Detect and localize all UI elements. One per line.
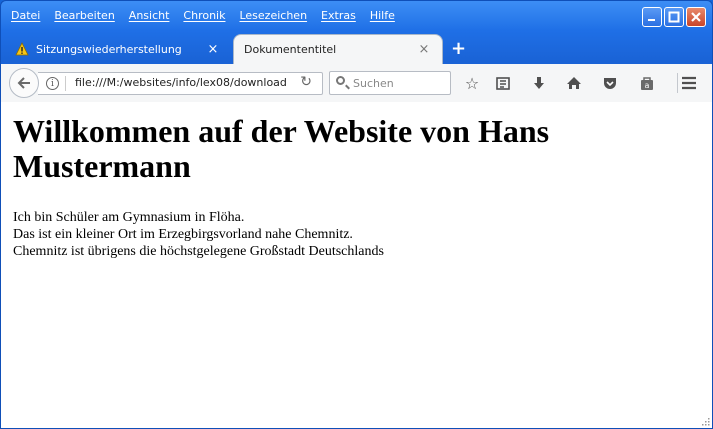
maximize-button[interactable] — [664, 7, 684, 27]
reader-icon[interactable] — [494, 74, 512, 92]
tab-document[interactable]: Dokumententitel × — [233, 34, 443, 64]
svg-text:a: a — [645, 81, 650, 90]
tab-close-icon[interactable]: × — [205, 42, 221, 57]
tab-label: Sitzungswiederherstellung — [36, 42, 182, 56]
search-icon — [336, 76, 345, 85]
browser-window: Datei Bearbeiten Ansicht Chronik Lesezei… — [0, 0, 713, 429]
new-tab-button[interactable]: + — [451, 38, 466, 59]
close-window-button[interactable] — [686, 7, 706, 27]
menu-datei[interactable]: Datei — [11, 9, 40, 22]
page-heading: Willkommen auf der Website von Hans Must… — [13, 113, 550, 184]
toolbar-divider — [677, 73, 678, 93]
menu-bar: Datei Bearbeiten Ansicht Chronik Lesezei… — [5, 5, 403, 25]
resize-grip-icon[interactable] — [700, 416, 710, 426]
search-placeholder: Suchen — [353, 77, 394, 90]
minimize-button[interactable] — [642, 7, 662, 27]
menu-bearbeiten[interactable]: Bearbeiten — [54, 9, 114, 22]
window-controls — [642, 7, 706, 27]
page-paragraph: Ich bin Schüler am Gymnasium in Flöha. D… — [13, 209, 384, 260]
pocket-icon[interactable] — [601, 74, 619, 92]
tab-close-icon[interactable]: × — [416, 42, 432, 57]
tab-strip: Sitzungswiederherstellung × Dokumententi… — [5, 34, 708, 64]
divider — [65, 76, 66, 91]
info-icon[interactable]: i — [46, 77, 59, 90]
text-line: Ich bin Schüler am Gymnasium in Flöha. — [13, 210, 245, 225]
page-content: Willkommen auf der Website von Hans Must… — [1, 102, 712, 428]
library-icon[interactable]: a — [638, 74, 656, 92]
warning-icon — [15, 42, 29, 56]
download-icon[interactable] — [530, 74, 548, 92]
text-line: Chemnitz ist übrigens die höchstgelegene… — [13, 244, 384, 259]
search-input[interactable]: Suchen — [329, 71, 451, 95]
tab-session-restore[interactable]: Sitzungswiederherstellung × — [5, 34, 231, 64]
menu-extras[interactable]: Extras — [321, 9, 356, 22]
navigation-toolbar: i file:///M:/websites/info/lex08/downloa… — [1, 64, 712, 103]
reload-icon[interactable]: ↻ — [300, 74, 312, 90]
tab-label: Dokumententitel — [244, 43, 337, 56]
url-bar[interactable]: i file:///M:/websites/info/lex08/downloa… — [38, 72, 323, 95]
menu-icon[interactable] — [680, 74, 698, 92]
menu-lesezeichen[interactable]: Lesezeichen — [239, 9, 307, 22]
url-text[interactable]: file:///M:/websites/info/lex08/download — [75, 76, 287, 89]
maximize-icon — [668, 11, 680, 23]
back-button[interactable] — [9, 68, 39, 98]
menu-hilfe[interactable]: Hilfe — [370, 9, 395, 22]
text-line: Das ist ein kleiner Ort im Erzegbirgsvor… — [13, 227, 353, 242]
close-icon — [691, 12, 701, 22]
menu-chronik[interactable]: Chronik — [183, 9, 225, 22]
home-icon[interactable] — [565, 74, 583, 92]
menu-ansicht[interactable]: Ansicht — [129, 9, 170, 22]
minimize-icon — [648, 19, 655, 21]
back-arrow-icon — [17, 77, 30, 89]
star-icon[interactable]: ☆ — [463, 74, 481, 93]
